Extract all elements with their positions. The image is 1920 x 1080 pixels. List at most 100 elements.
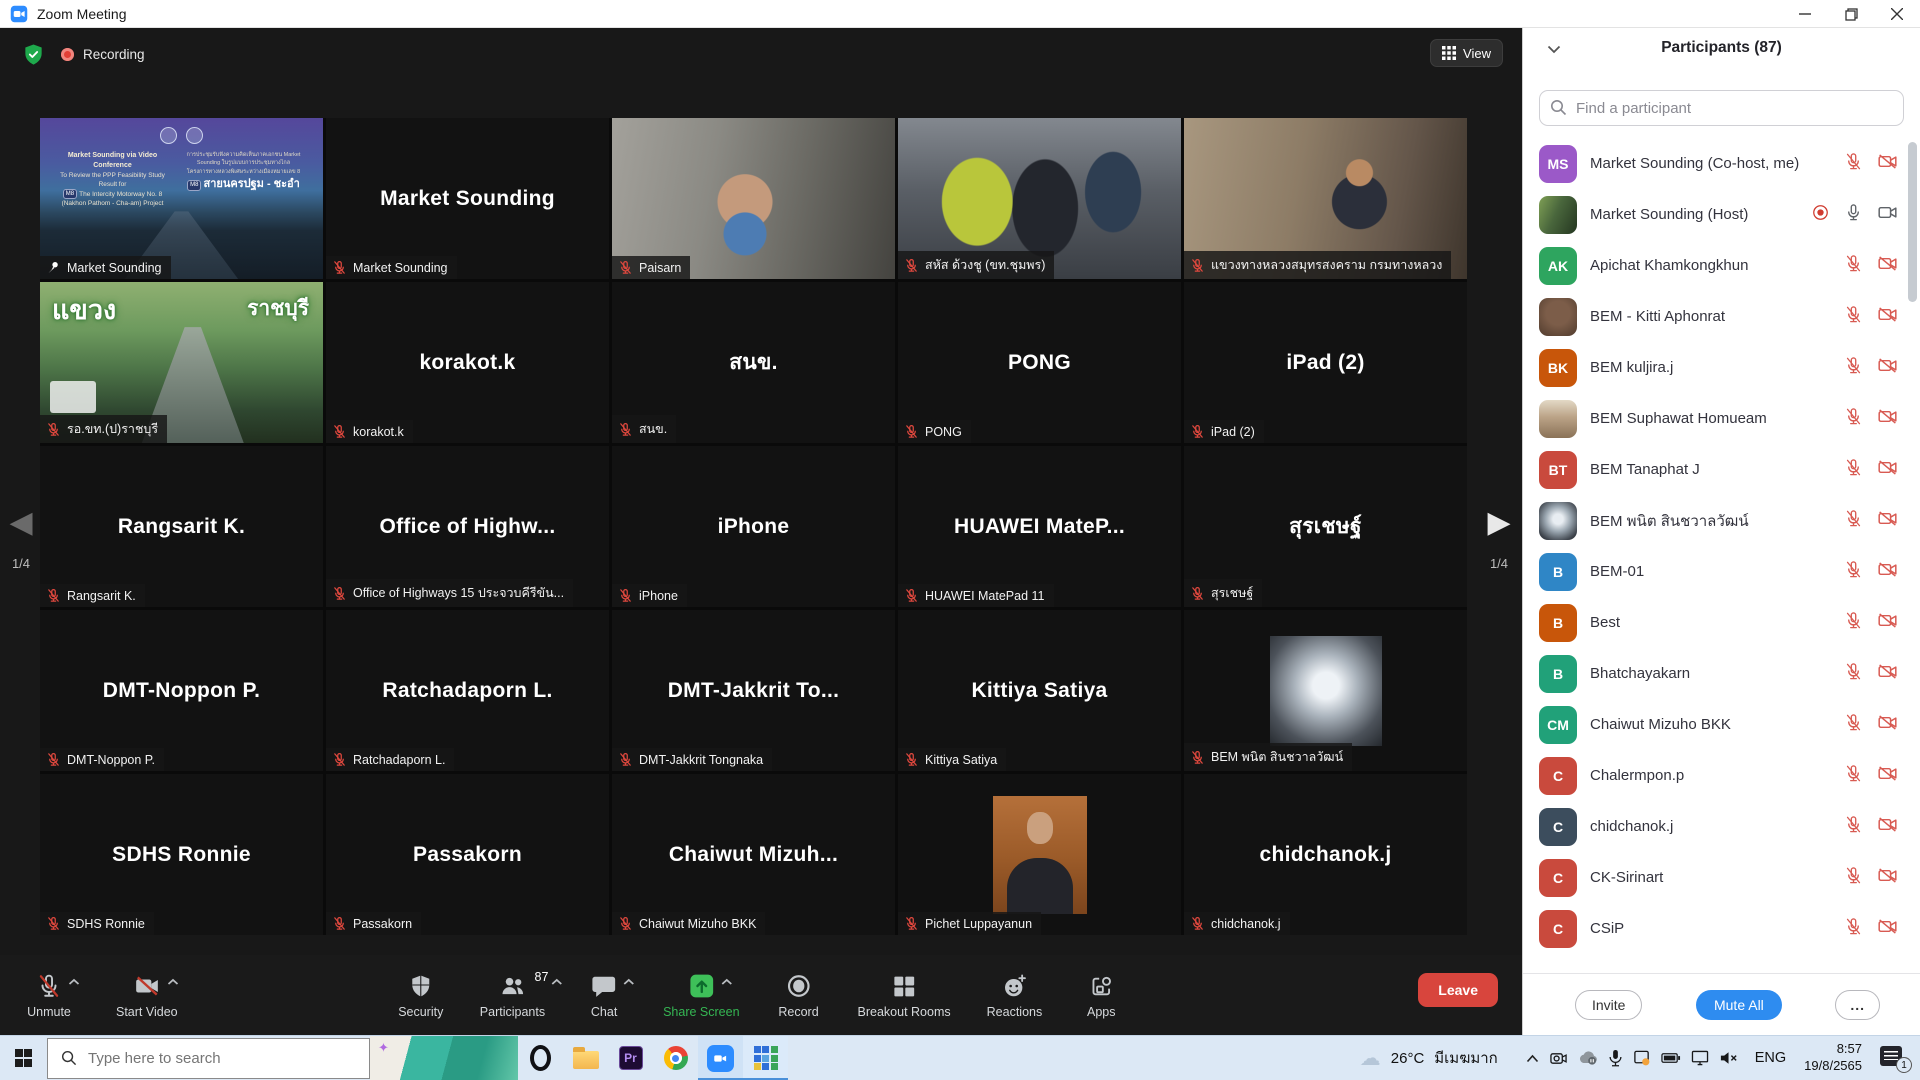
tray-monitor-icon[interactable] bbox=[1691, 1050, 1709, 1066]
participant-row[interactable]: BEM Suphawat Homueam bbox=[1523, 393, 1920, 444]
participant-row[interactable]: BEM พนิต สินชวาลวัฒน์ bbox=[1523, 495, 1920, 546]
participant-row[interactable]: MS Market Sounding (Co-host, me) bbox=[1523, 138, 1920, 189]
security-button[interactable]: Security bbox=[398, 972, 444, 1019]
participant-row[interactable]: CM Chaiwut Mizuho BKK bbox=[1523, 699, 1920, 750]
video-tile[interactable]: BEM พนิต สินชวาลวัฒน์ bbox=[1184, 610, 1467, 771]
video-tile[interactable]: PONG PONG bbox=[898, 282, 1181, 443]
video-tile[interactable]: Chaiwut Mizuh... Chaiwut Mizuho BKK bbox=[612, 774, 895, 935]
find-participant-input[interactable] bbox=[1539, 90, 1904, 126]
taskbar-search-input[interactable] bbox=[88, 1050, 369, 1067]
panel-collapse-chevron-icon[interactable] bbox=[1547, 41, 1561, 59]
chevron-up-icon[interactable] bbox=[68, 975, 80, 989]
chevron-up-icon[interactable] bbox=[167, 975, 179, 989]
mic-muted-icon[interactable] bbox=[1844, 611, 1863, 635]
video-tile[interactable]: สนข. สนข. bbox=[612, 282, 895, 443]
participants-button[interactable]: 87 Participants bbox=[480, 972, 545, 1019]
record-button[interactable]: Record bbox=[776, 972, 822, 1019]
weather-cloud-icon[interactable]: ☁ bbox=[1360, 1048, 1381, 1069]
news-widget-thumbnail[interactable]: ✦ bbox=[370, 1036, 518, 1080]
mic-muted-icon[interactable] bbox=[1844, 509, 1863, 533]
video-tile[interactable]: SDHS Ronnie SDHS Ronnie bbox=[40, 774, 323, 935]
share-screen-button[interactable]: Share Screen bbox=[663, 972, 739, 1019]
video-tile[interactable]: Paisarn bbox=[612, 118, 895, 279]
video-off-icon[interactable] bbox=[1877, 712, 1898, 738]
mic-muted-icon[interactable] bbox=[1844, 254, 1863, 278]
chevron-up-icon[interactable] bbox=[720, 975, 732, 989]
mic-muted-icon[interactable] bbox=[1844, 713, 1863, 737]
language-indicator[interactable]: ENG bbox=[1755, 1050, 1786, 1066]
taskbar-zoom-icon[interactable] bbox=[698, 1036, 743, 1080]
video-tile[interactable]: Rangsarit K. Rangsarit K. bbox=[40, 446, 323, 607]
weather-condition[interactable]: มีเมฆมาก bbox=[1434, 1046, 1497, 1070]
video-off-icon[interactable] bbox=[1877, 355, 1898, 381]
notification-center-icon[interactable]: 1 bbox=[1880, 1046, 1910, 1070]
participant-row[interactable]: B Bhatchayakarn bbox=[1523, 648, 1920, 699]
start-video-button[interactable]: Start Video bbox=[116, 972, 178, 1019]
video-tile[interactable]: Office of Highw... Office of Highways 15… bbox=[326, 446, 609, 607]
taskbar-premiere-icon[interactable]: Pr bbox=[608, 1036, 653, 1080]
video-off-icon[interactable] bbox=[1877, 559, 1898, 585]
leave-button[interactable]: Leave bbox=[1418, 973, 1498, 1007]
tray-battery-icon[interactable] bbox=[1661, 1052, 1681, 1064]
next-page-button[interactable]: ▶ bbox=[1482, 506, 1516, 540]
participant-row[interactable]: BEM - Kitti Aphonrat bbox=[1523, 291, 1920, 342]
video-off-icon[interactable] bbox=[1877, 151, 1898, 177]
mic-muted-icon[interactable] bbox=[1844, 764, 1863, 788]
scrollbar-thumb[interactable] bbox=[1908, 142, 1917, 302]
mic-muted-icon[interactable] bbox=[1844, 815, 1863, 839]
unmute-button[interactable]: Unmute bbox=[26, 972, 72, 1019]
video-tile[interactable]: Pichet Luppayanun bbox=[898, 774, 1181, 935]
video-off-icon[interactable] bbox=[1877, 814, 1898, 840]
video-off-icon[interactable] bbox=[1877, 508, 1898, 534]
participant-row[interactable]: C CSiP bbox=[1523, 903, 1920, 954]
video-tile[interactable]: Kittiya Satiya Kittiya Satiya bbox=[898, 610, 1181, 771]
video-tile[interactable]: iPad (2) iPad (2) bbox=[1184, 282, 1467, 443]
video-off-icon[interactable] bbox=[1877, 406, 1898, 432]
video-tile[interactable]: Market Sounding via Video Conference To … bbox=[40, 118, 323, 279]
taskbar-opera-icon[interactable] bbox=[518, 1036, 563, 1080]
invite-button[interactable]: Invite bbox=[1575, 990, 1642, 1020]
video-off-icon[interactable] bbox=[1877, 304, 1898, 330]
participant-row[interactable]: BT BEM Tanaphat J bbox=[1523, 444, 1920, 495]
video-tile[interactable]: Passakorn Passakorn bbox=[326, 774, 609, 935]
mute-all-button[interactable]: Mute All bbox=[1696, 990, 1782, 1020]
participant-row[interactable]: B BEM-01 bbox=[1523, 546, 1920, 597]
tray-camera-icon[interactable] bbox=[1549, 1050, 1568, 1067]
video-tile[interactable]: สุรเชษฐ์ สุรเชษฐ์ bbox=[1184, 446, 1467, 607]
mic-muted-icon[interactable] bbox=[1844, 662, 1863, 686]
video-off-icon[interactable] bbox=[1877, 610, 1898, 636]
mic-muted-icon[interactable] bbox=[1844, 356, 1863, 380]
video-off-icon[interactable] bbox=[1877, 916, 1898, 942]
video-tile[interactable]: Market Sounding Market Sounding bbox=[326, 118, 609, 279]
chat-button[interactable]: Chat bbox=[581, 972, 627, 1019]
more-options-button[interactable]: ... bbox=[1835, 990, 1880, 1020]
video-tile[interactable]: DMT-Jakkrit To... DMT-Jakkrit Tongnaka bbox=[612, 610, 895, 771]
video-tile[interactable]: iPhone iPhone bbox=[612, 446, 895, 607]
breakout-rooms-button[interactable]: Breakout Rooms bbox=[858, 972, 951, 1019]
reactions-button[interactable]: Reactions bbox=[987, 972, 1043, 1019]
clock[interactable]: 8:57 19/8/2565 bbox=[1804, 1041, 1862, 1075]
video-tile[interactable]: Ratchadaporn L. Ratchadaporn L. bbox=[326, 610, 609, 771]
tray-microphone-icon[interactable] bbox=[1608, 1049, 1623, 1067]
chevron-up-icon[interactable] bbox=[550, 975, 562, 989]
view-button[interactable]: View bbox=[1430, 39, 1503, 67]
restore-button[interactable] bbox=[1828, 0, 1874, 28]
mic-muted-icon[interactable] bbox=[1844, 407, 1863, 431]
encryption-shield-icon[interactable] bbox=[22, 43, 45, 66]
weather-temperature[interactable]: 26°C bbox=[1391, 1050, 1425, 1067]
chevron-up-icon[interactable] bbox=[623, 975, 635, 989]
taskbar-chrome-icon[interactable] bbox=[653, 1036, 698, 1080]
mic-muted-icon[interactable] bbox=[1844, 917, 1863, 941]
taskbar-grid-app-icon[interactable] bbox=[743, 1036, 788, 1080]
video-tile[interactable]: korakot.k korakot.k bbox=[326, 282, 609, 443]
minimize-button[interactable] bbox=[1782, 0, 1828, 28]
video-tile[interactable]: HUAWEI MateP... HUAWEI MatePad 11 bbox=[898, 446, 1181, 607]
mic-muted-icon[interactable] bbox=[1844, 305, 1863, 329]
participant-row[interactable]: Market Sounding (Host) bbox=[1523, 189, 1920, 240]
camera-icon[interactable] bbox=[1877, 202, 1898, 228]
start-button[interactable] bbox=[0, 1036, 47, 1080]
video-tile[interactable]: แขวงราชบุรี รอ.ขท.(ป)ราชบุรี bbox=[40, 282, 323, 443]
participant-row[interactable]: C Chalermpon.p bbox=[1523, 750, 1920, 801]
participant-row[interactable]: AK Apichat Khamkongkhun bbox=[1523, 240, 1920, 291]
video-off-icon[interactable] bbox=[1877, 865, 1898, 891]
